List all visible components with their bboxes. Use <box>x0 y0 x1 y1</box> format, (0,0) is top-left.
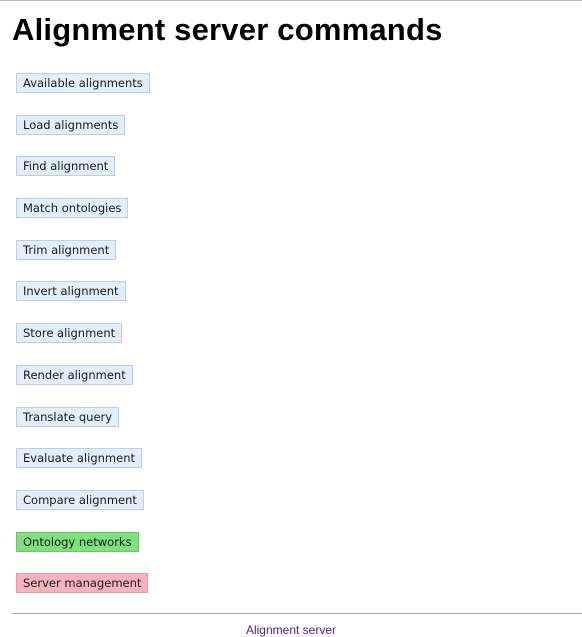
footer-divider <box>12 613 582 614</box>
top-divider <box>0 0 582 1</box>
match-ontologies-button[interactable]: Match ontologies <box>16 198 129 219</box>
footer-alignment-server-link[interactable]: Alignment server <box>0 623 582 637</box>
invert-alignment-button[interactable]: Invert alignment <box>16 281 126 302</box>
ontology-networks-button[interactable]: Ontology networks <box>16 531 139 552</box>
evaluate-alignment-button[interactable]: Evaluate alignment <box>16 448 142 469</box>
page-title: Alignment server commands <box>12 12 443 47</box>
store-alignment-button[interactable]: Store alignment <box>16 323 123 344</box>
command-list: Available alignments Load alignments Fin… <box>16 73 556 615</box>
compare-alignment-button[interactable]: Compare alignment <box>16 489 144 510</box>
find-alignment-button[interactable]: Find alignment <box>16 156 116 177</box>
translate-query-button[interactable]: Translate query <box>16 406 120 427</box>
available-alignments-button[interactable]: Available alignments <box>16 73 150 93</box>
render-alignment-button[interactable]: Render alignment <box>16 364 133 385</box>
server-management-button[interactable]: Server management <box>16 573 149 594</box>
load-alignments-button[interactable]: Load alignments <box>16 114 126 135</box>
trim-alignment-button[interactable]: Trim alignment <box>16 239 117 260</box>
